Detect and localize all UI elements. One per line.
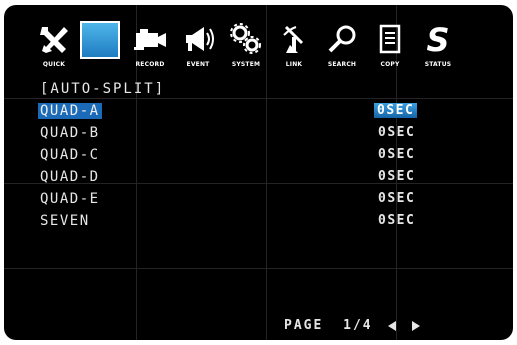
grid-line [4, 98, 513, 99]
previous-page-icon[interactable] [388, 320, 397, 331]
row-value[interactable]: 0SEC [378, 213, 415, 228]
toolbar-item-link[interactable]: LINK [270, 19, 318, 77]
list-item[interactable]: SEVEN 0SEC [34, 211, 424, 231]
toolbar-item-quick[interactable]: QUICK [30, 19, 78, 77]
toolbar-label: QUICK [42, 61, 66, 68]
row-label: QUAD-E [40, 191, 100, 207]
row-label: QUAD-B [40, 125, 100, 141]
row-value[interactable]: 0SEC [378, 147, 415, 162]
toolbar-item-event[interactable]: EVENT [174, 19, 222, 77]
row-value[interactable]: 0SEC [378, 125, 415, 140]
list-item[interactable]: QUAD-C 0SEC [34, 145, 424, 165]
grid-line [4, 268, 513, 269]
row-label: QUAD-C [40, 147, 100, 163]
row-label: SEVEN [40, 213, 90, 229]
gears-icon [230, 23, 261, 54]
next-page-icon[interactable] [412, 320, 421, 331]
row-label: QUAD-A [38, 103, 102, 119]
section-title: [AUTO-SPLIT] [40, 81, 166, 97]
list-item[interactable]: QUAD-D 0SEC [34, 167, 424, 187]
svg-text:S: S [426, 23, 449, 55]
page-label: PAGE [284, 318, 324, 333]
toolbar-item-copy[interactable]: COPY [366, 19, 414, 77]
row-value[interactable]: 0SEC [374, 103, 418, 118]
pagination: PAGE 1/4 [284, 318, 421, 333]
toolbar-item-search[interactable]: SEARCH [318, 19, 366, 77]
toolbar-item-display[interactable] [78, 19, 126, 77]
list-item[interactable]: QUAD-E 0SEC [34, 189, 424, 209]
megaphone-icon [186, 27, 214, 51]
row-label: QUAD-D [40, 169, 100, 185]
antenna-icon [283, 25, 304, 53]
list-item[interactable]: QUAD-B 0SEC [34, 123, 424, 143]
row-value[interactable]: 0SEC [378, 169, 415, 184]
row-value[interactable]: 0SEC [378, 191, 415, 206]
document-icon [379, 24, 401, 54]
list-item[interactable]: QUAD-A 0SEC [34, 101, 424, 121]
monitor-icon [80, 21, 120, 59]
tools-icon [40, 27, 68, 53]
toolbar-label: STATUS [424, 61, 452, 68]
magnifier-icon [328, 25, 356, 53]
menu-toolbar: QUICK RECORD EVENT SYSTEM LINK SEARCH CO… [30, 19, 490, 81]
toolbar-item-status[interactable]: S STATUS [414, 19, 462, 77]
toolbar-item-record[interactable]: RECORD [126, 19, 174, 77]
dvr-menu-screen: QUICK RECORD EVENT SYSTEM LINK SEARCH CO… [4, 5, 513, 340]
s-letter-icon: S [426, 23, 449, 55]
page-indicator: 1/4 [343, 318, 373, 333]
camera-icon [134, 29, 166, 50]
toolbar-item-system[interactable]: SYSTEM [222, 19, 270, 77]
